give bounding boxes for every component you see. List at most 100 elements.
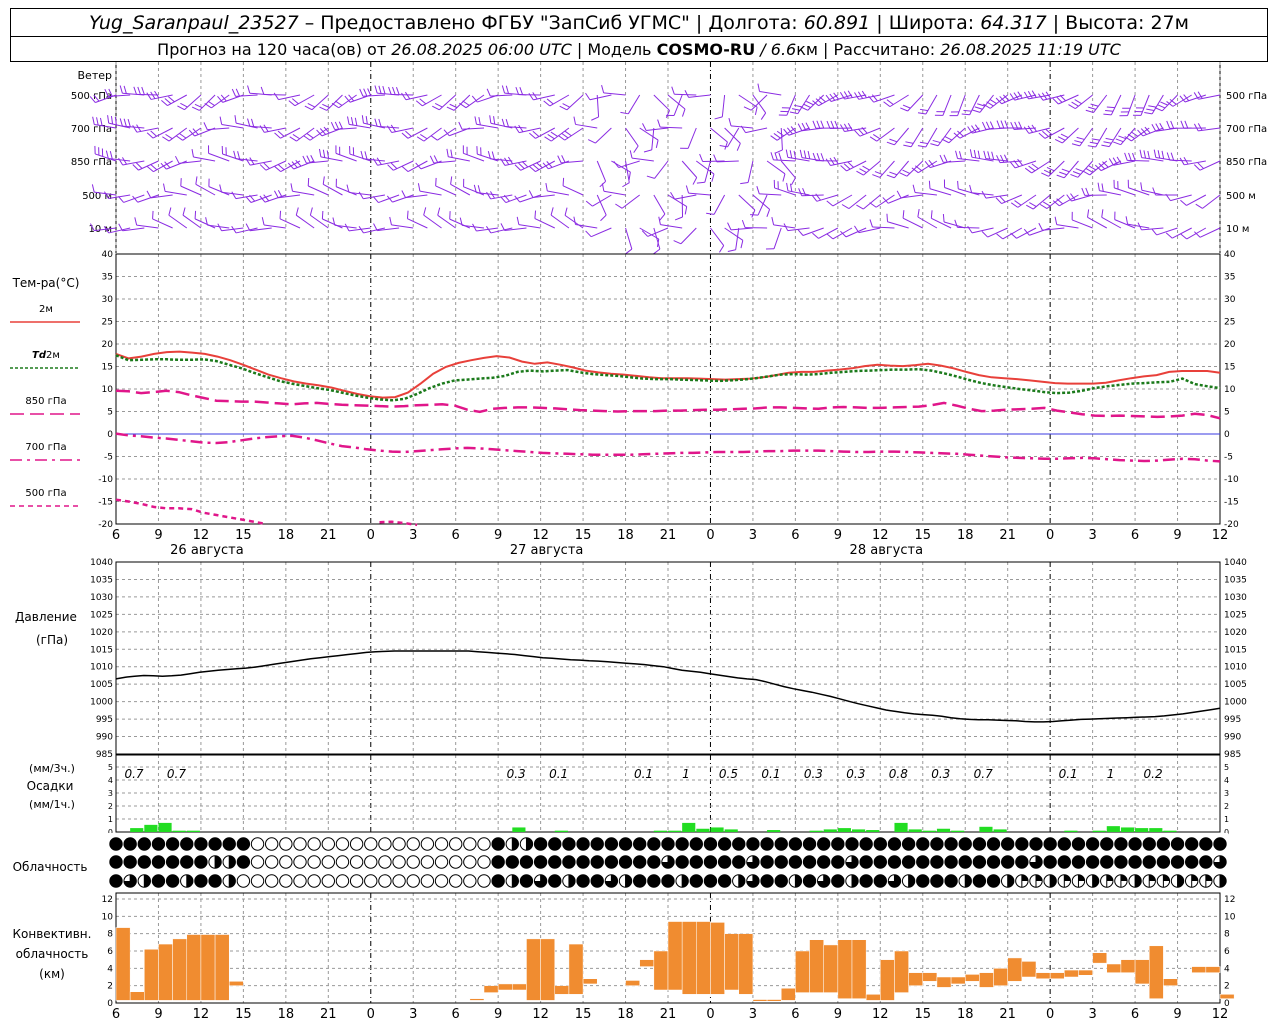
cloud-symbol (618, 855, 633, 869)
temp-grid-tick-left: 30 (102, 295, 114, 305)
wind-barb-flag (789, 111, 798, 115)
wind-barb-flag (532, 92, 538, 100)
wind-barb-flag (974, 106, 983, 110)
wind-barb-flag (985, 121, 991, 130)
cloud-symbol (1156, 837, 1171, 851)
wind-barb-flag (917, 145, 926, 148)
wind-barb-shaft (308, 185, 329, 196)
pressure-panel-unit: (гПа) (36, 633, 68, 647)
wind-barb-flag (319, 128, 326, 135)
wind-barb-flag (474, 116, 477, 125)
cloud-symbol (349, 855, 364, 869)
cloud-symbol (321, 837, 336, 851)
wind-barb-flag (770, 135, 778, 141)
wind-barb-shaft (595, 127, 612, 144)
wind-barb-flag (361, 115, 364, 124)
cloud-symbol (392, 855, 406, 869)
cloud-symbol (930, 837, 944, 851)
wind-barb-flag (1153, 149, 1157, 158)
wind-barb-flag (245, 223, 251, 231)
wind-barb-flag (1041, 172, 1049, 177)
cloud-symbol (194, 874, 208, 888)
wind-barb-flag (658, 216, 661, 225)
wind-barb-shaft (1029, 227, 1051, 236)
conv-bar (950, 976, 966, 985)
wind-barb-flag (429, 155, 435, 164)
wind-barb-shaft (518, 224, 541, 229)
cloud-symbol (859, 855, 873, 869)
wind-barb-flag (376, 157, 382, 165)
wind-barb-flag (347, 116, 350, 125)
wind-barb-flag (989, 98, 997, 104)
cloud-symbol (349, 837, 364, 851)
precip-grid-tick-left: 2 (108, 802, 113, 811)
wind-barb-flag (287, 162, 295, 170)
wind-barb-flag (365, 116, 368, 125)
wind-barb-flag (573, 116, 577, 125)
wind-barb-flag (150, 130, 157, 137)
precip-bar (936, 828, 951, 832)
precip-bar (922, 830, 936, 832)
temp-grid-tick-right: 40 (1224, 250, 1236, 260)
precip-bar (130, 828, 144, 832)
wind-barb-flag (826, 120, 831, 129)
wind-barb-flag (1105, 137, 1114, 141)
cloud-symbol (788, 855, 803, 869)
temp-grid-tick-right: 30 (1224, 295, 1236, 305)
wind-barb-flag (724, 141, 728, 150)
wind-barb-flag (778, 152, 782, 161)
wind-barb-shaft (942, 94, 952, 116)
cloud-symbol (1170, 855, 1185, 869)
wind-barb-flag (515, 86, 520, 95)
cloud-symbol (505, 855, 520, 869)
wind-barb-flag (477, 185, 481, 194)
cloud-symbol (420, 855, 435, 869)
temp-legend-label: 500 гПа (25, 488, 66, 499)
wind-barb-shaft (625, 227, 633, 250)
wind-barb-flag (633, 145, 639, 153)
cloud-symbol (760, 855, 774, 869)
precip-bar (653, 830, 667, 832)
cloud-symbol (1213, 837, 1227, 851)
cloud-symbol (1071, 837, 1086, 851)
wind-barb-flag (671, 86, 675, 95)
cloud-symbol (802, 837, 817, 851)
conv-panel-unit: (км) (39, 967, 65, 981)
wind-barb-flag (1052, 97, 1059, 105)
temp-grid-tick-right: -15 (1224, 498, 1239, 508)
wind-barb-flag (1089, 141, 1098, 145)
wind-barb-flag (996, 120, 1001, 129)
conv-grid-tick-right: 6 (1224, 947, 1230, 957)
conv-bar (1092, 952, 1108, 964)
temp-grid-tick-left: -5 (104, 453, 113, 463)
wind-barb-flag (373, 223, 378, 231)
wind-barb-flag (869, 202, 877, 208)
cloud-symbol (307, 837, 321, 851)
wind-barb-flag (944, 136, 953, 141)
cloud-symbol (307, 855, 321, 869)
cloud-symbol (335, 855, 350, 869)
wind-barb-flag (195, 176, 198, 185)
wind-barb-flag (740, 240, 744, 249)
wind-barb-flag (1161, 150, 1165, 159)
conv-bar (1134, 959, 1150, 985)
wind-barb-flag (547, 134, 555, 140)
precip-bar (1064, 830, 1078, 832)
wind-barb-shaft (875, 194, 895, 208)
wind-barb-flag (546, 98, 554, 105)
wind-barb-flag (1144, 112, 1153, 115)
wind-barb-flag (110, 116, 114, 125)
wind-barb-flag (486, 88, 491, 97)
temp-axis-hour-label: 3 (749, 528, 757, 543)
conv-bar (582, 978, 598, 985)
wind-barb-shaft (462, 127, 485, 130)
cloud-symbol (647, 855, 661, 869)
wind-barb-flag (771, 216, 775, 225)
conv-bar (540, 938, 556, 1001)
conv-bar (1163, 978, 1178, 986)
wind-barb-shaft (164, 190, 187, 196)
wind-barb-shaft (322, 218, 343, 229)
wind-barb-flag (1180, 199, 1187, 206)
wind-barb-shaft (1095, 127, 1108, 148)
wind-barb-flag (532, 164, 540, 171)
